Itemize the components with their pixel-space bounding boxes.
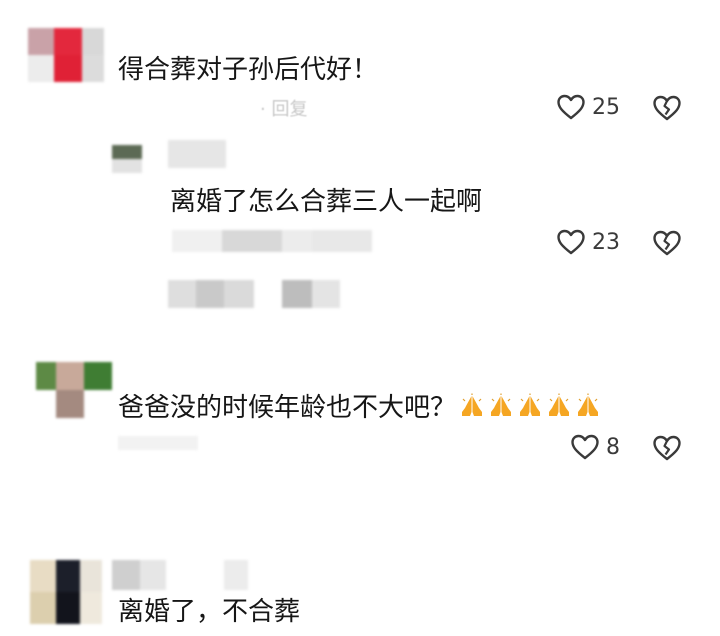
emoji-row xyxy=(456,393,601,423)
avatar[interactable] xyxy=(28,28,104,82)
comment-meta: · 回复 xyxy=(260,99,308,120)
heart-outline-icon xyxy=(556,228,586,256)
expand-replies[interactable] xyxy=(120,280,340,308)
avatar[interactable] xyxy=(112,145,142,173)
comment-text: 离婚了怎么合葬三人一起啊 xyxy=(170,187,483,217)
like-count: 25 xyxy=(592,94,620,120)
heart-outline-icon xyxy=(556,93,586,121)
comment-text-body: 爸爸没的时候年龄也不大吧？ xyxy=(118,393,457,423)
like-count: 23 xyxy=(592,229,620,255)
folded-hands-emoji xyxy=(578,393,599,416)
like-button[interactable]: 23 xyxy=(556,228,620,256)
avatar[interactable] xyxy=(30,560,102,624)
comment-meta xyxy=(172,230,372,252)
comment-text: 离婚了，不合葬 xyxy=(118,597,301,627)
comment-text: 爸爸没的时候年龄也不大吧？ xyxy=(118,392,601,424)
avatar[interactable] xyxy=(36,362,112,418)
comment-meta xyxy=(118,436,198,450)
folded-hands-emoji xyxy=(549,393,570,416)
folded-hands-emoji xyxy=(462,393,483,416)
author-name[interactable] xyxy=(168,140,226,168)
comment-text: 得合葬对子孙后代好！ xyxy=(118,55,379,85)
like-button[interactable]: 25 xyxy=(556,93,620,121)
folded-hands-emoji xyxy=(520,393,541,416)
heart-outline-icon xyxy=(570,433,600,461)
like-count: 8 xyxy=(606,434,620,460)
author-name[interactable] xyxy=(112,560,312,590)
broken-heart-icon[interactable] xyxy=(652,434,682,462)
like-button[interactable]: 8 xyxy=(570,433,620,461)
broken-heart-icon[interactable] xyxy=(652,94,682,122)
broken-heart-icon[interactable] xyxy=(652,229,682,257)
folded-hands-emoji xyxy=(491,393,512,416)
